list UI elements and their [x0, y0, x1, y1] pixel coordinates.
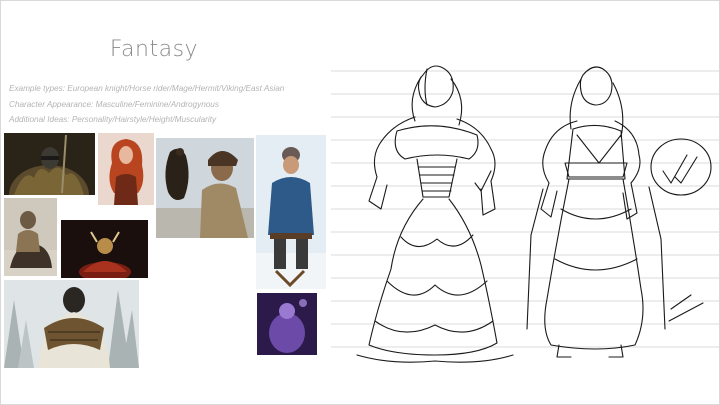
- eagle-hunter-photo: [156, 138, 254, 238]
- check-mark-icon: [474, 170, 492, 192]
- slide-title: Fantasy: [109, 37, 199, 62]
- winter-coat-man-photo: [256, 135, 326, 289]
- notes-block: Example types: European knight/Horse rid…: [9, 81, 339, 128]
- note-character-appearance: Character Appearance: Masculine/Feminine…: [9, 99, 219, 109]
- guide-lines: [331, 70, 719, 348]
- purple-figurine-photo: [257, 293, 317, 355]
- red-haired-woman-photo: [98, 133, 154, 205]
- circled-check-icon: [650, 138, 712, 196]
- slide: Fantasy Example types: European knight/H…: [0, 0, 720, 405]
- right-figure-sketch: [526, 66, 704, 358]
- viking-rider-photo: [4, 198, 57, 276]
- note-example-types: Example types: European knight/Horse rid…: [9, 84, 285, 93]
- note-additional-ideas: Additional Ideas: Personality/Hairstyle/…: [9, 115, 217, 124]
- helmeted-warrior-photo: [4, 133, 95, 195]
- snow-forest-cloak-photo: [4, 280, 139, 368]
- horned-helmet-photo: [61, 220, 148, 278]
- character-sketch-area: [331, 59, 719, 379]
- left-figure-sketch: [356, 65, 514, 363]
